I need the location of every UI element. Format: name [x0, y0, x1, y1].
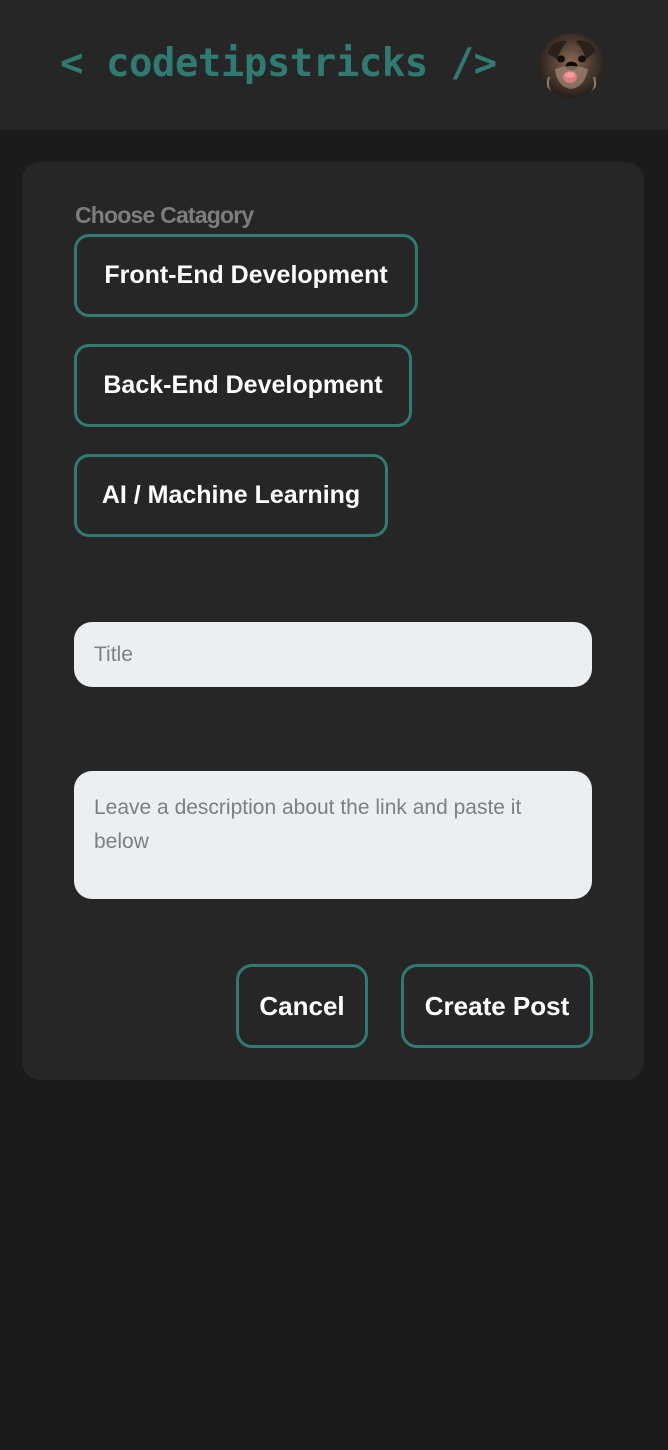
site-logo[interactable]: < codetipstricks />	[60, 40, 497, 88]
category-ai-ml-button[interactable]: AI / Machine Learning	[74, 454, 388, 537]
category-label: Choose Catagory	[75, 202, 254, 228]
avatar-image	[539, 33, 604, 98]
cancel-button[interactable]: Cancel	[236, 964, 368, 1048]
description-textarea[interactable]	[74, 771, 592, 899]
create-post-card: Choose Catagory Front-End Development Ba…	[22, 162, 644, 1080]
category-back-end-button[interactable]: Back-End Development	[74, 344, 412, 427]
user-avatar-icon[interactable]	[539, 33, 604, 98]
app-header: < codetipstricks />	[0, 0, 668, 130]
create-post-button[interactable]: Create Post	[401, 964, 593, 1048]
category-front-end-button[interactable]: Front-End Development	[74, 234, 418, 317]
title-input[interactable]	[74, 622, 592, 687]
